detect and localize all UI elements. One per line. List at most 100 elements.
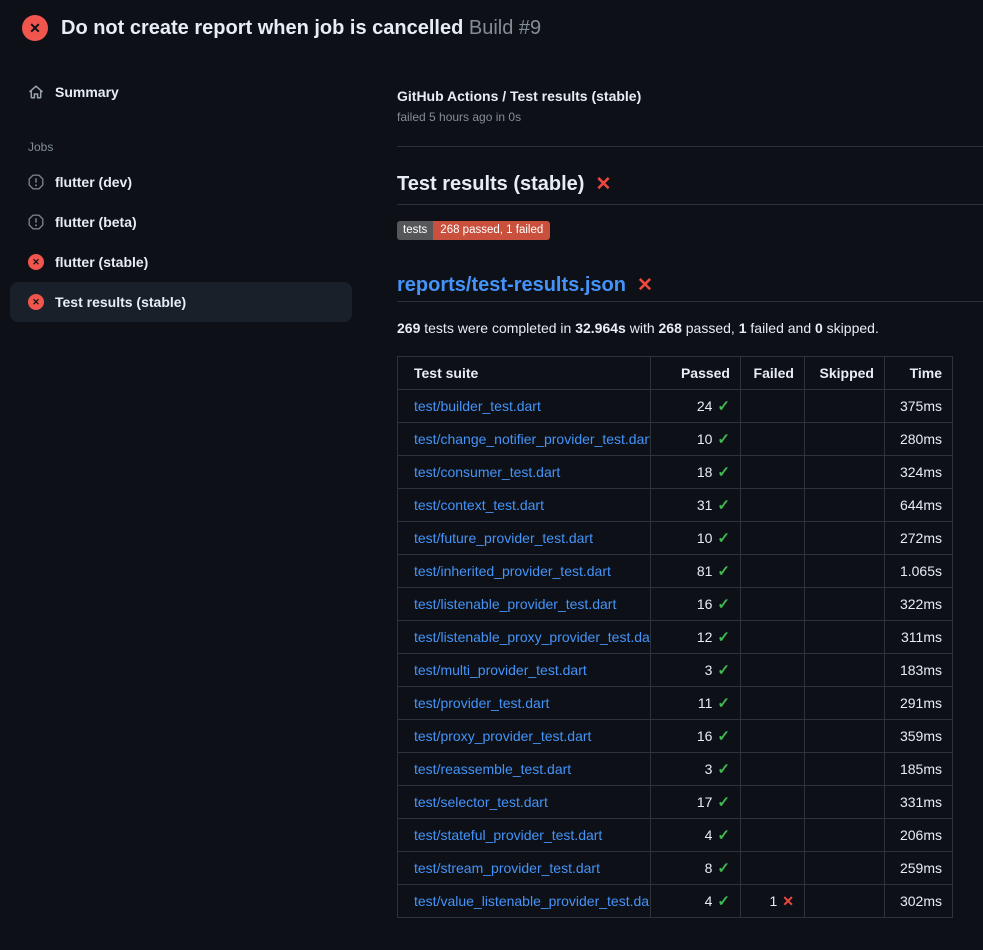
check-icon: ✓ [717, 464, 730, 481]
test-suite-link[interactable]: test/stream_provider_test.dart [414, 860, 600, 876]
sidebar-item-label: Summary [55, 84, 119, 100]
main-content: GitHub Actions / Test results (stable) f… [397, 88, 983, 918]
failed-status-icon: ✕ [22, 15, 48, 41]
table-row: test/inherited_provider_test.dart81✓1.06… [398, 555, 953, 588]
count-value: 31 [697, 497, 713, 513]
failed-cell [741, 687, 805, 720]
suite-cell: test/change_notifier_provider_test.dart [398, 423, 651, 456]
failed-status-icon: ✕ [28, 294, 44, 310]
test-suite-link[interactable]: test/future_provider_test.dart [414, 530, 593, 546]
count-value: 24 [697, 398, 713, 414]
time-cell: 185ms [885, 753, 953, 786]
skipped-cell [805, 786, 885, 819]
time-cell: 322ms [885, 588, 953, 621]
passed-cell: 17✓ [651, 786, 741, 819]
breadcrumb: GitHub Actions / Test results (stable) [397, 88, 983, 104]
table-row: test/multi_provider_test.dart3✓183ms [398, 654, 953, 687]
skipped-cell [805, 621, 885, 654]
skipped-cell [805, 423, 885, 456]
table-row: test/value_listenable_provider_test.dart… [398, 885, 953, 918]
time-cell: 259ms [885, 852, 953, 885]
table-row: test/provider_test.dart11✓291ms [398, 687, 953, 720]
count-value: 81 [697, 563, 713, 579]
test-suite-link[interactable]: test/consumer_test.dart [414, 464, 560, 480]
check-title: Test results (stable) [397, 171, 584, 197]
suite-cell: test/selector_test.dart [398, 786, 651, 819]
table-row: test/context_test.dart31✓644ms [398, 489, 953, 522]
count-value: 17 [697, 794, 713, 810]
suite-cell: test/listenable_provider_test.dart [398, 588, 651, 621]
count-value: 4 [705, 827, 713, 843]
suite-cell: test/reassemble_test.dart [398, 753, 651, 786]
summary-number: 1 [739, 320, 747, 336]
suite-cell: test/future_provider_test.dart [398, 522, 651, 555]
sidebar-item-flutter-stable[interactable]: ✕flutter (stable) [10, 242, 352, 282]
test-suite-link[interactable]: test/reassemble_test.dart [414, 761, 571, 777]
failed-x-icon: ✕ [637, 276, 653, 295]
check-icon: ✓ [717, 398, 730, 415]
sidebar-item-label: flutter (dev) [55, 174, 132, 190]
check-icon: ✓ [717, 695, 730, 712]
test-suite-link[interactable]: test/selector_test.dart [414, 794, 548, 810]
divider [397, 146, 983, 147]
check-icon: ✓ [717, 563, 730, 580]
failed-cell [741, 390, 805, 423]
summary-number: 0 [815, 320, 823, 336]
count-value: 3 [705, 761, 713, 777]
sidebar-item-flutter-beta[interactable]: flutter (beta) [10, 202, 352, 242]
check-icon: ✓ [717, 596, 730, 613]
failed-status-icon: ✕ [28, 254, 44, 270]
summary-number: 268 [659, 320, 682, 336]
passed-cell: 3✓ [651, 654, 741, 687]
skipped-cell [805, 852, 885, 885]
passed-cell: 4✓ [651, 885, 741, 918]
count-value: 3 [705, 662, 713, 678]
skipped-cell [805, 456, 885, 489]
count-value: 12 [697, 629, 713, 645]
sidebar-item-test-results-stable[interactable]: ✕Test results (stable) [10, 282, 352, 322]
test-suite-link[interactable]: test/listenable_proxy_provider_test.dart [414, 629, 651, 645]
suite-cell: test/listenable_proxy_provider_test.dart [398, 621, 651, 654]
time-cell: 375ms [885, 390, 953, 423]
failed-cell [741, 621, 805, 654]
test-suite-link[interactable]: test/multi_provider_test.dart [414, 662, 587, 678]
time-cell: 302ms [885, 885, 953, 918]
check-icon: ✓ [717, 827, 730, 844]
summary-text: tests were completed in [420, 320, 575, 336]
time-cell: 644ms [885, 489, 953, 522]
page-title-row: Do not create report when job is cancell… [61, 15, 541, 41]
column-header-passed: Passed [651, 357, 741, 390]
skipped-cell [805, 885, 885, 918]
divider [397, 204, 983, 205]
passed-cell: 8✓ [651, 852, 741, 885]
check-icon: ✓ [717, 431, 730, 448]
test-suite-link[interactable]: test/inherited_provider_test.dart [414, 563, 611, 579]
passed-cell: 3✓ [651, 753, 741, 786]
test-suite-link[interactable]: test/listenable_provider_test.dart [414, 596, 616, 612]
table-row: test/reassemble_test.dart 3✓ 185ms [398, 753, 953, 786]
test-suite-link[interactable]: test/context_test.dart [414, 497, 544, 513]
test-suite-link[interactable]: test/value_listenable_provider_test.dart [414, 893, 651, 909]
failed-cell: 1✕ [741, 885, 805, 918]
suite-cell: test/provider_test.dart [398, 687, 651, 720]
test-suite-link[interactable]: test/builder_test.dart [414, 398, 541, 414]
sidebar-item-flutter-dev[interactable]: flutter (dev) [10, 162, 352, 202]
summary-number: 32.964s [575, 320, 626, 336]
skipped-cell [805, 753, 885, 786]
count-value: 18 [697, 464, 713, 480]
count-value: 11 [698, 695, 713, 711]
count-value: 10 [697, 530, 713, 546]
suite-cell: test/multi_provider_test.dart [398, 654, 651, 687]
skipped-cell [805, 522, 885, 555]
test-suite-link[interactable]: test/change_notifier_provider_test.dart [414, 431, 651, 447]
check-icon: ✓ [717, 794, 730, 811]
time-cell: 359ms [885, 720, 953, 753]
report-title-heading: reports/test-results.json ✕ [397, 272, 983, 298]
summary-line: 269 tests were completed in 32.964s with… [397, 320, 983, 337]
sidebar-item-summary[interactable]: Summary [10, 72, 352, 112]
test-suite-link[interactable]: test/proxy_provider_test.dart [414, 728, 591, 744]
test-suite-link[interactable]: test/stateful_provider_test.dart [414, 827, 602, 843]
report-file-link[interactable]: reports/test-results.json [397, 272, 626, 298]
test-suite-link[interactable]: test/provider_test.dart [414, 695, 549, 711]
sidebar-item-label: flutter (beta) [55, 214, 137, 230]
